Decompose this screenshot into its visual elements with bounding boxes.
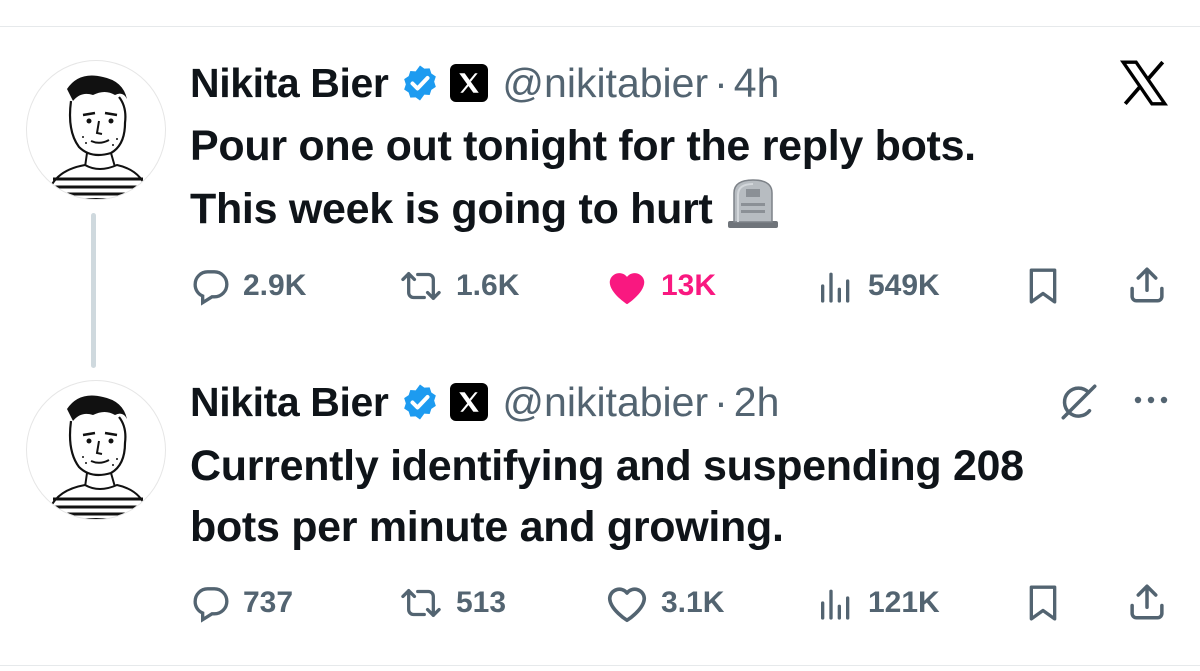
reply-button[interactable]: 737 xyxy=(191,583,293,623)
repost-icon xyxy=(401,589,441,617)
repost-button[interactable]: 1.6K xyxy=(398,266,519,306)
avatar-illustration xyxy=(45,395,151,519)
verified-badge-icon xyxy=(404,384,437,420)
views-count: 121K xyxy=(868,586,940,619)
tweet-header: Nikita Bier @nikitabier · 2h xyxy=(190,375,779,429)
views-button[interactable]: 549K xyxy=(816,266,940,306)
views-button[interactable]: 121K xyxy=(816,583,940,623)
like-icon xyxy=(607,587,647,623)
tweet-text: Pour one out tonight for the reply bots.… xyxy=(190,116,1170,240)
tweet-text-line: This week is going to hurt xyxy=(190,177,1170,240)
like-count: 3.1K xyxy=(661,586,725,619)
repost-icon xyxy=(401,272,441,300)
repost-count: 1.6K xyxy=(456,269,520,302)
grok-icon[interactable] xyxy=(1058,381,1100,423)
more-icon[interactable] xyxy=(1131,388,1171,412)
reply-icon xyxy=(193,587,229,623)
like-button[interactable]: 13K xyxy=(605,266,716,306)
separator-dot: · xyxy=(714,59,728,106)
x-logo-icon xyxy=(450,64,489,102)
reply-count: 737 xyxy=(243,586,294,619)
bookmark-icon[interactable] xyxy=(1023,265,1063,307)
avatar[interactable] xyxy=(26,60,166,200)
author-name[interactable]: Nikita Bier xyxy=(190,379,389,426)
bookmark-icon[interactable] xyxy=(1023,582,1063,624)
author-handle[interactable]: @nikitabier xyxy=(502,379,708,426)
top-divider xyxy=(0,26,1200,27)
reply-icon xyxy=(193,270,229,306)
repost-count: 513 xyxy=(456,586,507,619)
tweet-header: Nikita Bier @nikitabier · 4h xyxy=(190,56,779,110)
separator-dot: · xyxy=(714,378,728,425)
reply-count: 2.9K xyxy=(243,269,307,302)
bottom-divider xyxy=(0,665,1200,666)
avatar[interactable] xyxy=(26,380,166,520)
tweet-text: Currently identifying and suspending 208… xyxy=(190,436,1170,558)
headstone-icon xyxy=(727,179,778,228)
timestamp[interactable]: 2h xyxy=(734,379,780,426)
like-icon xyxy=(609,273,645,305)
timestamp[interactable]: 4h xyxy=(734,60,780,107)
views-icon xyxy=(821,272,850,303)
author-handle[interactable]: @nikitabier xyxy=(502,60,708,107)
author-name[interactable]: Nikita Bier xyxy=(190,60,389,107)
reply-button[interactable]: 2.9K xyxy=(191,266,306,306)
views-count: 549K xyxy=(868,269,940,302)
x-logo-icon[interactable] xyxy=(1118,58,1170,108)
share-icon[interactable] xyxy=(1126,264,1168,306)
verified-badge-icon xyxy=(404,65,437,101)
views-icon xyxy=(821,589,850,620)
tweet-text-line: Pour one out tonight for the reply bots. xyxy=(190,122,976,170)
thread-connector-line xyxy=(91,213,96,368)
share-icon[interactable] xyxy=(1126,581,1168,623)
repost-button[interactable]: 513 xyxy=(398,583,506,623)
x-logo-icon xyxy=(450,383,489,421)
tweet-text-line: Currently identifying and suspending 208 xyxy=(190,442,1024,490)
avatar-illustration xyxy=(45,75,151,199)
like-count: 13K xyxy=(661,269,717,302)
like-button[interactable]: 3.1K xyxy=(605,583,724,623)
tweet-text-line: bots per minute and growing. xyxy=(190,503,784,551)
